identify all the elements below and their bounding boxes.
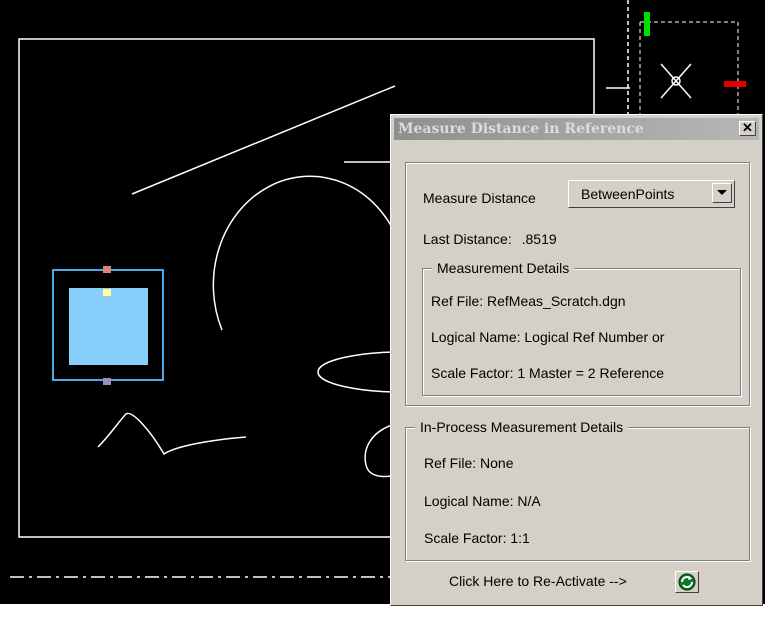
measure-dialog: Measure Distance in Reference ✕ Measure … (390, 114, 763, 606)
curve (364, 424, 393, 478)
selected-square[interactable] (69, 288, 148, 365)
close-icon: ✕ (742, 120, 753, 135)
details-scale-factor: Scale Factor: 1 Master = 2 Reference (431, 365, 665, 381)
measure-mode-select[interactable]: BetweenPoints (568, 180, 735, 208)
diagonal-line (131, 85, 396, 195)
measurement-details-group: Measurement Details Ref File: RefMeas_Sc… (422, 260, 741, 396)
close-button[interactable]: ✕ (739, 121, 756, 136)
selection-handle-top (103, 266, 111, 273)
chevron-down-icon (717, 190, 727, 195)
details-logical-name: Logical Name: Logical Ref Number or (431, 329, 665, 345)
details-ref-file: Ref File: RefMeas_Scratch.dgn (431, 293, 626, 309)
green-refresh-icon (678, 573, 696, 591)
dialog-titlebar[interactable]: Measure Distance in Reference ✕ (394, 118, 759, 140)
reactivate-label: Click Here to Re-Activate --> (449, 573, 627, 589)
reactivate-button[interactable] (675, 571, 699, 593)
measure-mode-value: BetweenPoints (581, 186, 675, 202)
in-process-logical-name: Logical Name: N/A (424, 493, 541, 509)
spline (97, 412, 247, 456)
last-distance-value: .8519 (521, 231, 557, 247)
last-distance-label: Last Distance: .8519 (423, 231, 557, 247)
selection-handle-bottom (103, 378, 111, 385)
dialog-title: Measure Distance in Reference (398, 121, 644, 137)
top-panel: Measure Distance BetweenPoints Last Dist… (405, 162, 750, 406)
dropdown-arrow-button[interactable] (712, 183, 732, 203)
red-axis-handle (724, 81, 746, 87)
measurement-details-legend: Measurement Details (432, 260, 575, 276)
in-process-scale-factor: Scale Factor: 1:1 (424, 530, 530, 546)
ellipse (317, 351, 401, 393)
last-distance-caption: Last Distance: (423, 231, 512, 247)
arc (212, 175, 399, 331)
selection-handle-inner (103, 289, 111, 296)
in-process-ref-file: Ref File: None (424, 455, 514, 471)
green-axis-handle (644, 12, 650, 36)
in-process-details-group: In-Process Measurement Details Ref File:… (405, 419, 750, 561)
measure-distance-label: Measure Distance (423, 190, 536, 206)
in-process-legend: In-Process Measurement Details (415, 419, 629, 435)
